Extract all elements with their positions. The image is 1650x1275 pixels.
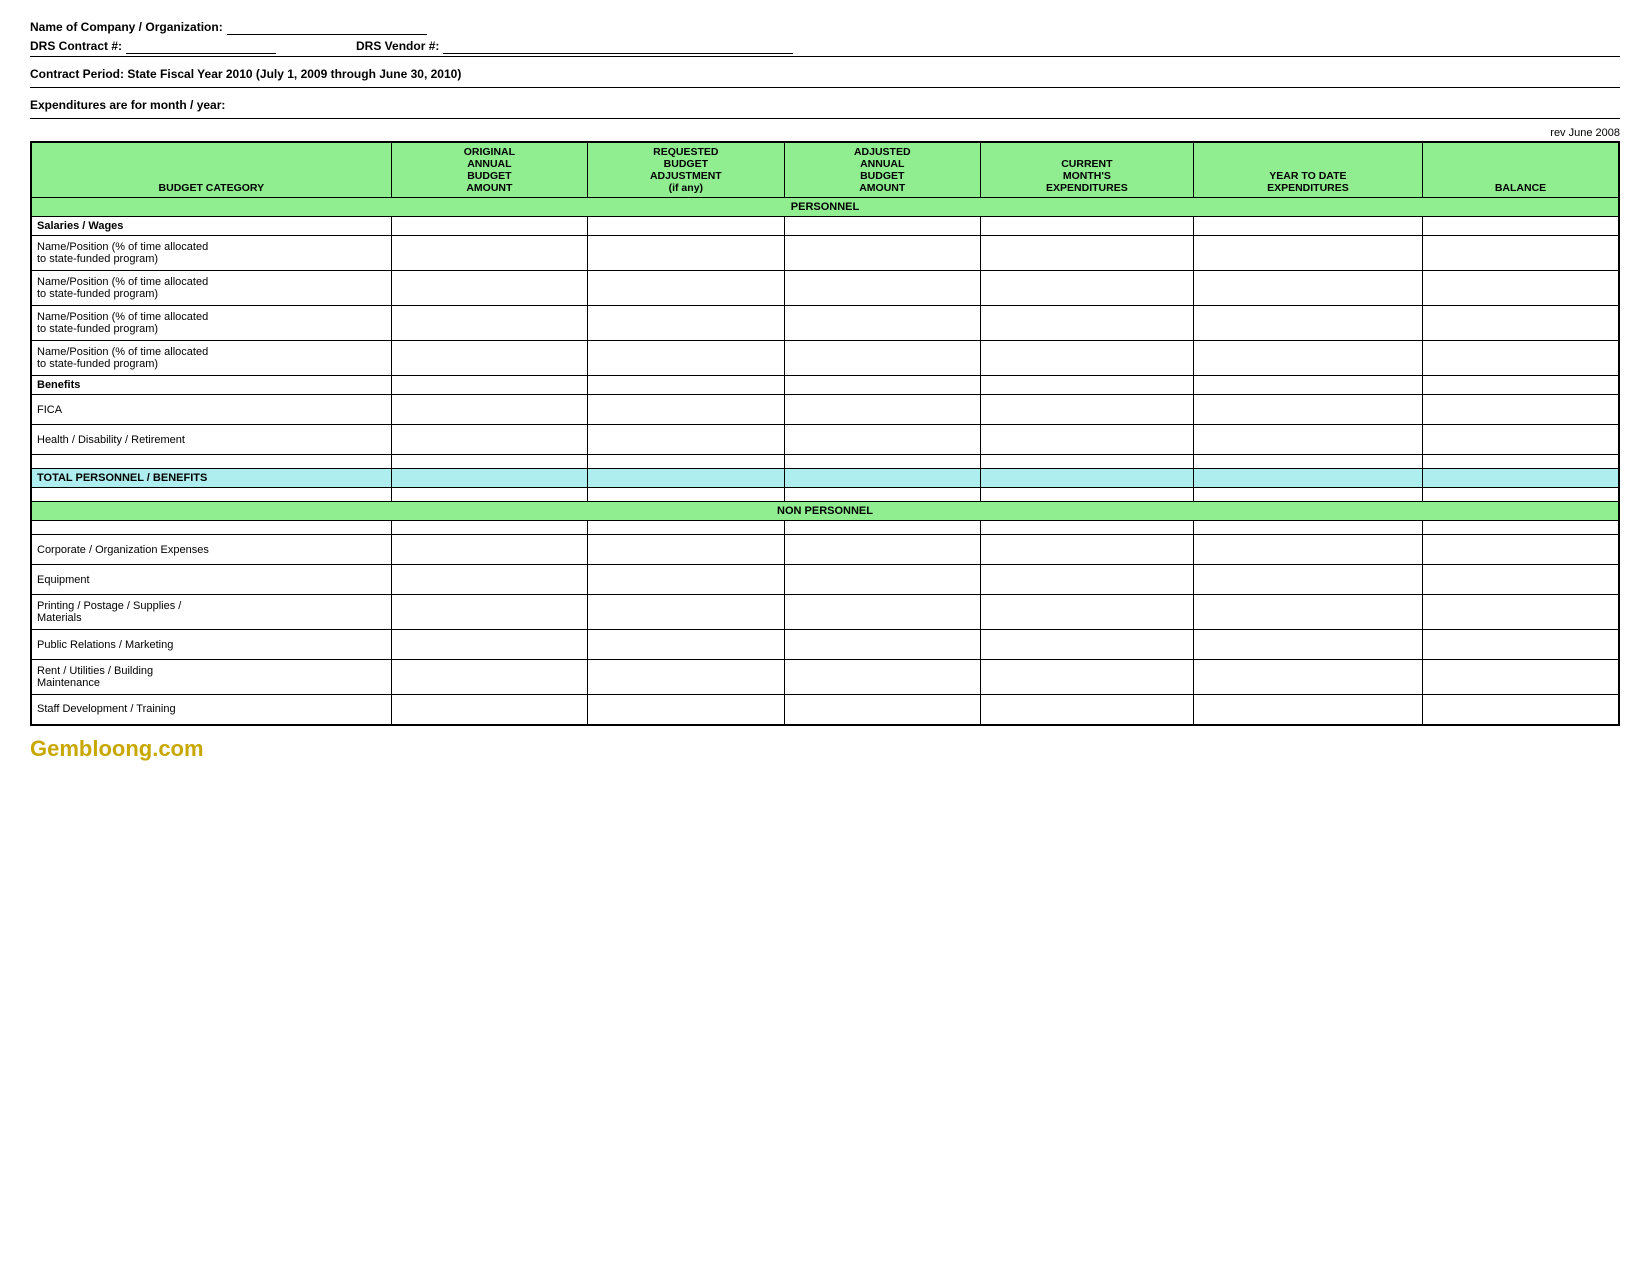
drs-contract-label: DRS Contract #: [30,39,122,53]
expenditures-label: Expenditures are for month / year: [30,98,225,112]
total-personnel-row: TOTAL PERSONNEL / BENEFITS [31,469,1619,488]
personnel-section-header: PERSONNEL [31,198,1619,217]
contract-period-section: Contract Period: State Fiscal Year 2010 … [30,67,1620,88]
watermark: Gembloong.com [30,736,1620,762]
fica-label: FICA [31,395,391,425]
total-personnel-label: TOTAL PERSONNEL / BENEFITS [31,469,391,488]
col-header-current: CURRENTMONTH'SEXPENDITURES [980,142,1193,198]
rev-note: rev June 2008 [30,127,1620,139]
table-row: Rent / Utilities / BuildingMaintenance [31,660,1619,695]
name-position-4: Name/Position (% of time allocatedto sta… [31,341,391,376]
public-relations-label: Public Relations / Marketing [31,630,391,660]
non-personnel-label: NON PERSONNEL [31,502,1619,521]
table-row: Name/Position (% of time allocatedto sta… [31,236,1619,271]
contract-vendor-row: DRS Contract #: DRS Vendor #: [30,39,1620,57]
company-label: Name of Company / Organization: [30,20,223,34]
col-header-balance: BALANCE [1423,142,1620,198]
table-row: Name/Position (% of time allocatedto sta… [31,271,1619,306]
rent-utilities-label: Rent / Utilities / BuildingMaintenance [31,660,391,695]
printing-postage-label: Printing / Postage / Supplies /Materials [31,595,391,630]
empty-row-3 [31,521,1619,535]
budget-table: BUDGET CATEGORY ORIGINALANNUALBUDGETAMOU… [30,141,1620,726]
benefits-row: Benefits [31,376,1619,395]
empty-row-2 [31,488,1619,502]
col-header-requested: REQUESTEDBUDGETADJUSTMENT(if any) [588,142,784,198]
corporate-expenses-label: Corporate / Organization Expenses [31,535,391,565]
non-personnel-section-header: NON PERSONNEL [31,502,1619,521]
equipment-label: Equipment [31,565,391,595]
col-header-ytd: YEAR TO DATEEXPENDITURES [1193,142,1422,198]
table-row: Name/Position (% of time allocatedto sta… [31,306,1619,341]
name-position-1: Name/Position (% of time allocatedto sta… [31,236,391,271]
table-row: Equipment [31,565,1619,595]
salaries-wages-label: Salaries / Wages [31,217,391,236]
table-row: Health / Disability / Retirement [31,425,1619,455]
company-value [227,20,427,35]
name-position-3: Name/Position (% of time allocatedto sta… [31,306,391,341]
benefits-label: Benefits [31,376,391,395]
name-position-2: Name/Position (% of time allocatedto sta… [31,271,391,306]
drs-vendor-value [443,39,793,54]
col-header-original: ORIGINALANNUALBUDGETAMOUNT [391,142,587,198]
table-row: FICA [31,395,1619,425]
drs-vendor-pair: DRS Vendor #: [356,39,793,54]
col-header-budget-category: BUDGET CATEGORY [31,142,391,198]
table-header-row: BUDGET CATEGORY ORIGINALANNUALBUDGETAMOU… [31,142,1619,198]
empty-row [31,455,1619,469]
drs-vendor-label: DRS Vendor #: [356,39,439,53]
salaries-wages-row: Salaries / Wages [31,217,1619,236]
contract-period-label: Contract Period: State Fiscal Year 2010 … [30,67,461,81]
table-row: Staff Development / Training [31,695,1619,725]
expenditures-section: Expenditures are for month / year: [30,98,1620,119]
table-row: Public Relations / Marketing [31,630,1619,660]
drs-contract-pair: DRS Contract #: [30,39,276,54]
drs-contract-value [126,39,276,54]
personnel-label: PERSONNEL [31,198,1619,217]
health-disability-label: Health / Disability / Retirement [31,425,391,455]
table-row: Corporate / Organization Expenses [31,535,1619,565]
table-row: Name/Position (% of time allocatedto sta… [31,341,1619,376]
header-section: Name of Company / Organization: DRS Cont… [30,20,1620,57]
col-header-adjusted: ADJUSTEDANNUALBUDGETAMOUNT [784,142,980,198]
table-row: Printing / Postage / Supplies /Materials [31,595,1619,630]
staff-development-label: Staff Development / Training [31,695,391,725]
company-line: Name of Company / Organization: [30,20,1620,35]
